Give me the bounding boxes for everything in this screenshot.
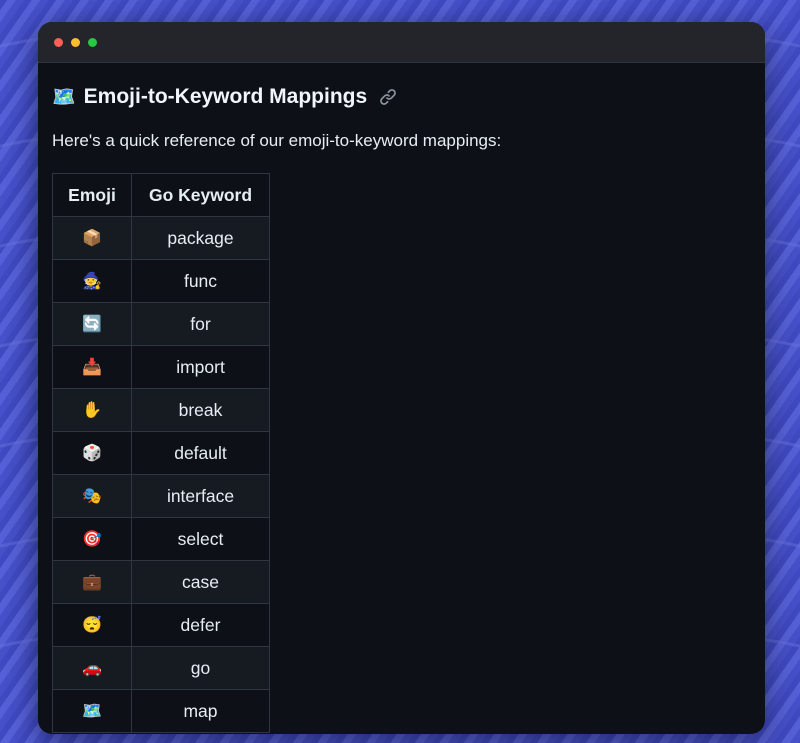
intro-paragraph: Here's a quick reference of our emoji-to… bbox=[52, 131, 502, 150]
emoji-cell: 📥 bbox=[52, 345, 132, 389]
keyword-cell: select bbox=[131, 517, 270, 561]
table-row: 📥 import bbox=[52, 345, 270, 389]
map-icon: 🗺️ bbox=[52, 85, 76, 108]
table-row: 🎯 select bbox=[52, 517, 270, 561]
keyword-cell: package bbox=[131, 216, 270, 260]
keyword-cell: map bbox=[131, 689, 270, 733]
emoji-cell: 🎯 bbox=[52, 517, 132, 561]
table-row: 🔄 for bbox=[52, 302, 270, 346]
column-header-keyword: Go Keyword bbox=[131, 173, 270, 217]
keyword-cell: interface bbox=[131, 474, 270, 518]
emoji-cell: 🔄 bbox=[52, 302, 132, 346]
table-row: 🎭 interface bbox=[52, 474, 270, 518]
table-row: ✋ break bbox=[52, 388, 270, 432]
app-window: 🗺️ Emoji-to-Keyword Mappings Here's a qu… bbox=[38, 22, 765, 734]
table-body: 📦 package 🧙 func 🔄 for 📥 import ✋ break 🎲 default 🎭 i… bbox=[52, 216, 270, 733]
table-header-row: Emoji Go Keyword bbox=[52, 173, 270, 217]
emoji-cell: 🎲 bbox=[52, 431, 132, 475]
emoji-cell: 🗺️ bbox=[52, 689, 132, 733]
keyword-cell: func bbox=[131, 259, 270, 303]
keyword-cell: for bbox=[131, 302, 270, 346]
keyword-cell: default bbox=[131, 431, 270, 475]
page-title: Emoji-to-Keyword Mappings bbox=[83, 85, 368, 108]
keyword-cell: import bbox=[131, 345, 270, 389]
table-row: 📦 package bbox=[52, 216, 270, 260]
close-button[interactable] bbox=[54, 37, 63, 47]
emoji-cell: 🚗 bbox=[52, 646, 132, 690]
emoji-cell: 📦 bbox=[52, 216, 132, 260]
emoji-cell: 😴 bbox=[52, 603, 132, 647]
keyword-cell: case bbox=[131, 560, 270, 604]
emoji-cell: ✋ bbox=[52, 388, 132, 432]
link-icon[interactable] bbox=[379, 88, 397, 106]
table-row: 💼 case bbox=[52, 560, 270, 604]
table-row: 🗺️ map bbox=[52, 689, 270, 733]
table-row: 🚗 go bbox=[52, 646, 270, 690]
keyword-cell: go bbox=[131, 646, 270, 690]
zoom-button[interactable] bbox=[88, 37, 97, 47]
markdown-content: 🗺️ Emoji-to-Keyword Mappings Here's a qu… bbox=[38, 63, 765, 733]
table-row: 😴 defer bbox=[52, 603, 270, 647]
emoji-cell: 🧙 bbox=[52, 259, 132, 303]
mapping-table: Emoji Go Keyword 📦 package 🧙 func 🔄 for 📥 impor… bbox=[52, 173, 270, 733]
emoji-cell: 💼 bbox=[52, 560, 132, 604]
minimize-button[interactable] bbox=[71, 37, 80, 47]
section-heading: 🗺️ Emoji-to-Keyword Mappings bbox=[52, 77, 751, 117]
keyword-cell: defer bbox=[131, 603, 270, 647]
table-row: 🧙 func bbox=[52, 259, 270, 303]
table-row: 🎲 default bbox=[52, 431, 270, 475]
title-bar bbox=[38, 22, 765, 63]
emoji-cell: 🎭 bbox=[52, 474, 132, 518]
column-header-emoji: Emoji bbox=[52, 173, 132, 217]
keyword-cell: break bbox=[131, 388, 270, 432]
